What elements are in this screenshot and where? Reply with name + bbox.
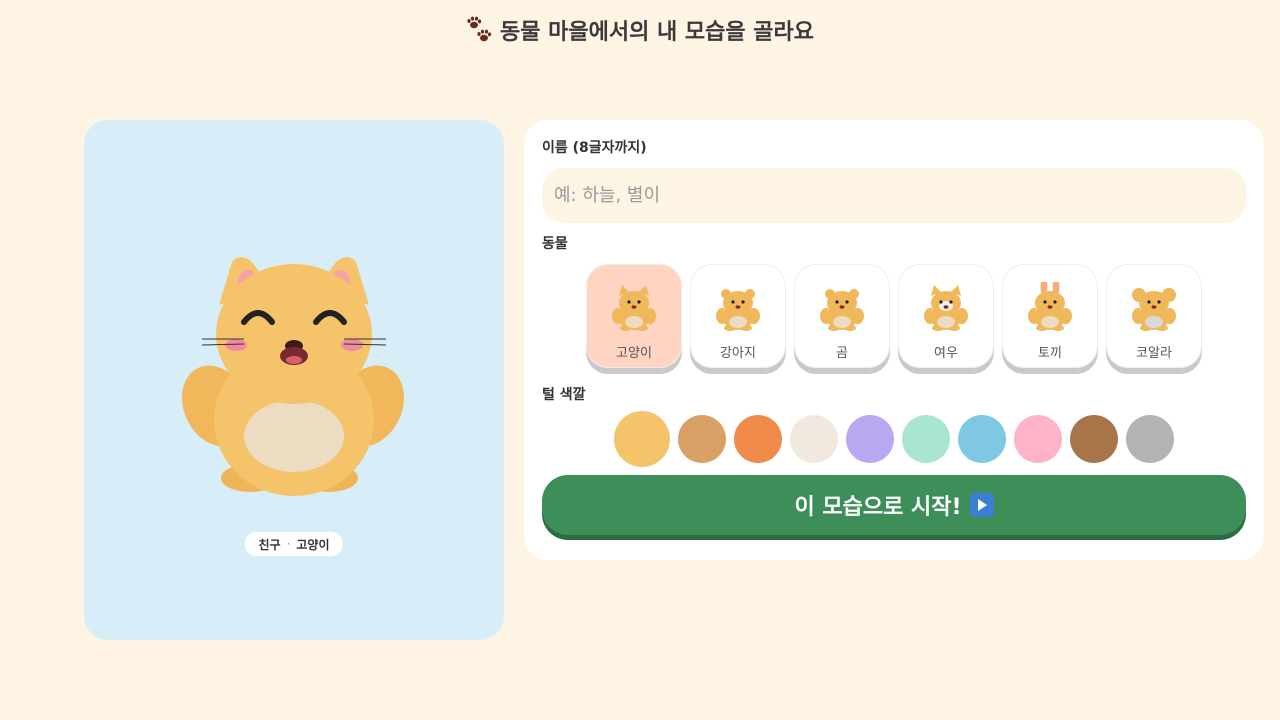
fur-color-swatch[interactable] xyxy=(790,415,838,463)
page-title: 동물 마을에서의 내 모습을 골라요 xyxy=(0,14,1280,46)
animal-option-label: 토끼 xyxy=(1038,346,1062,361)
animal-label: 동물 xyxy=(542,236,568,252)
animal-option-cat[interactable]: 고양이 xyxy=(586,264,682,368)
fur-color-options xyxy=(614,411,1174,467)
rabbit-icon xyxy=(1025,277,1075,336)
start-button-label: 이 모습으로 시작! xyxy=(794,495,962,520)
animal-option-label: 고양이 xyxy=(616,346,652,361)
animal-option-label: 코알라 xyxy=(1136,346,1172,361)
fur-color-swatch[interactable] xyxy=(958,415,1006,463)
character-caption: 친구 · 고양이 xyxy=(245,532,343,556)
start-button[interactable]: 이 모습으로 시작! xyxy=(542,475,1246,535)
koala-icon xyxy=(1129,282,1179,336)
animal-option-dog[interactable]: 강아지 xyxy=(690,264,786,368)
animal-option-rabbit[interactable]: 토끼 xyxy=(1002,264,1098,368)
name-input[interactable] xyxy=(542,168,1246,223)
character-cat-icon xyxy=(181,257,405,496)
title-text: 동물 마을에서의 내 모습을 골라요 xyxy=(500,20,814,45)
play-icon xyxy=(969,493,994,517)
dog-icon xyxy=(713,282,763,336)
animal-option-fox[interactable]: 여우 xyxy=(898,264,994,368)
fur-color-swatch[interactable] xyxy=(1070,415,1118,463)
animal-option-label: 강아지 xyxy=(720,346,756,361)
fur-color-swatch[interactable] xyxy=(846,415,894,463)
name-label: 이름 (8글자까지) xyxy=(542,140,647,156)
fur-color-swatch[interactable] xyxy=(734,415,782,463)
animal-option-label: 곰 xyxy=(836,346,848,361)
caption-role: 친구 xyxy=(258,537,281,552)
fox-icon xyxy=(921,282,971,336)
animal-option-koala[interactable]: 코알라 xyxy=(1106,264,1202,368)
fur-color-swatch[interactable] xyxy=(614,411,670,467)
fur-color-swatch[interactable] xyxy=(902,415,950,463)
caption-separator: · xyxy=(286,537,291,551)
fur-color-swatch[interactable] xyxy=(1014,415,1062,463)
bear-icon xyxy=(817,282,867,336)
paw-prints-icon xyxy=(467,16,492,42)
animal-option-label: 여우 xyxy=(934,346,958,361)
animal-options: 고양이 강아지 곰 여우 토끼 코알라 xyxy=(586,264,1202,368)
fur-color-label: 털 색깔 xyxy=(542,387,586,403)
cat-icon xyxy=(609,282,659,336)
character-preview: 친구 · 고양이 xyxy=(84,120,504,640)
fur-color-swatch[interactable] xyxy=(678,415,726,463)
fur-color-swatch[interactable] xyxy=(1126,415,1174,463)
caption-animal: 고양이 xyxy=(296,537,330,552)
animal-option-bear[interactable]: 곰 xyxy=(794,264,890,368)
settings-panel: 이름 (8글자까지) 동물 고양이 강아지 곰 xyxy=(524,120,1264,560)
